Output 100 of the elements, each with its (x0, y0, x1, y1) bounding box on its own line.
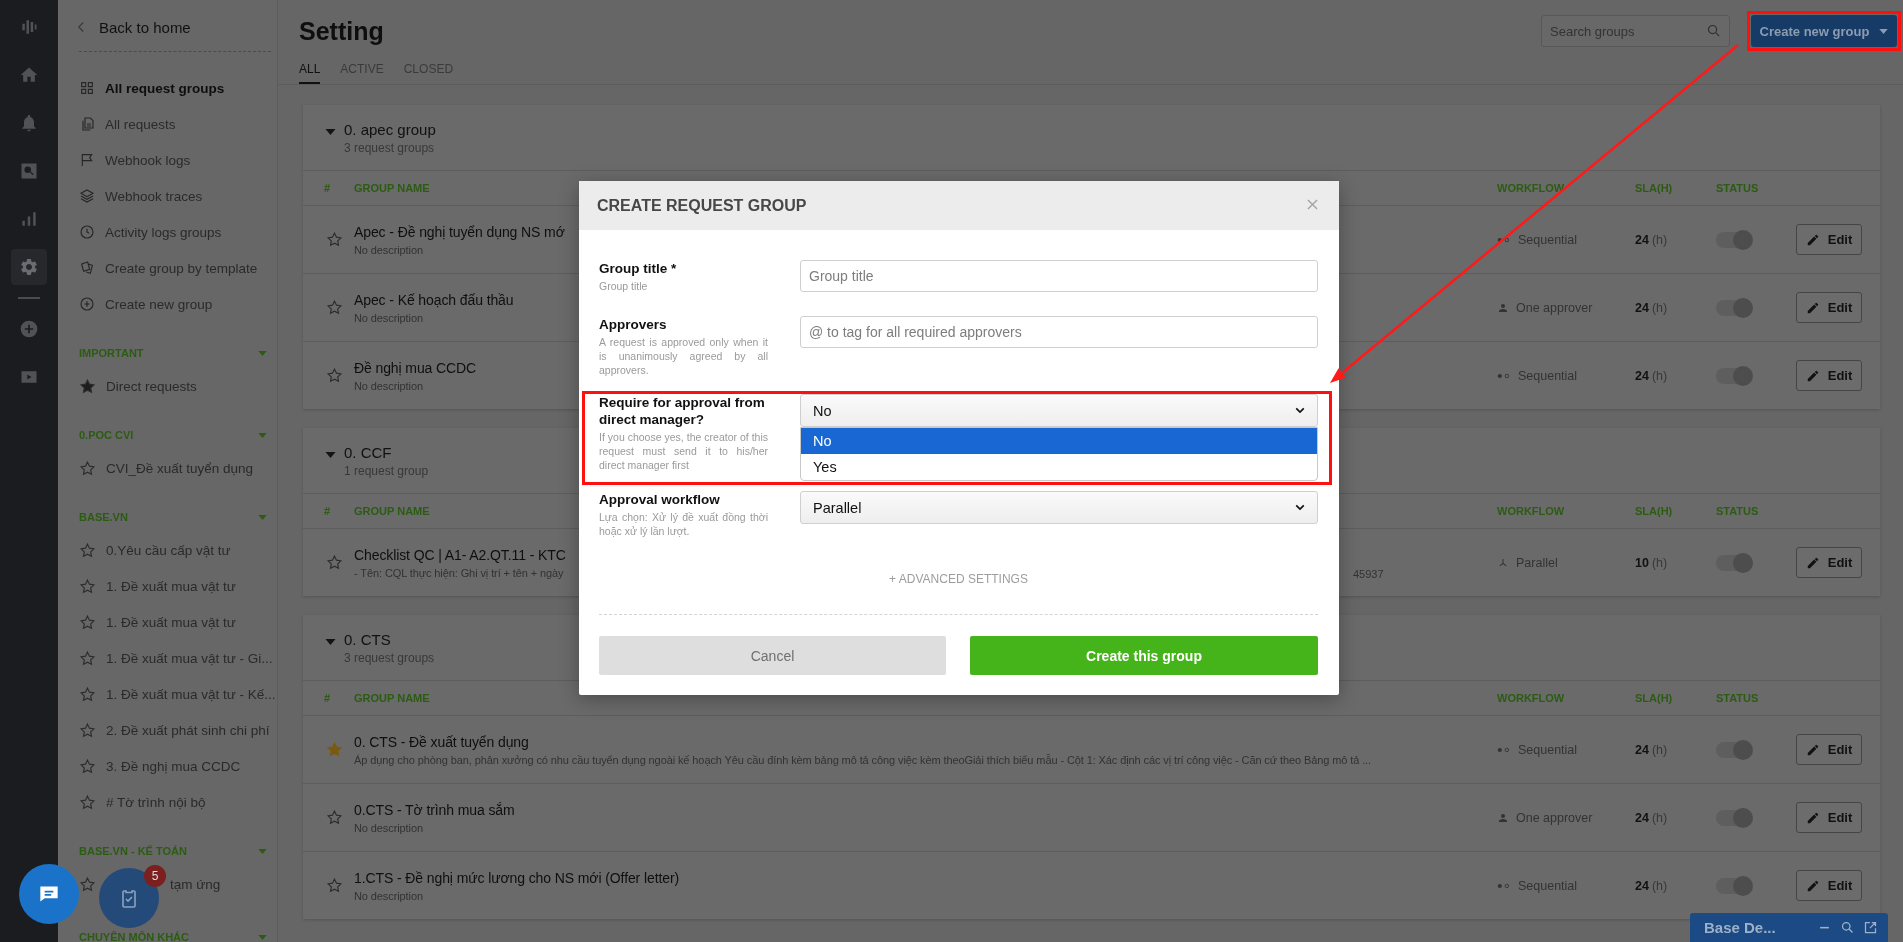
edit-button[interactable]: Edit (1796, 292, 1862, 323)
tab[interactable]: ALL (299, 62, 321, 84)
status-toggle[interactable] (1716, 368, 1752, 385)
star-icon[interactable] (326, 554, 343, 571)
edit-button[interactable]: Edit (1796, 360, 1862, 391)
group-title: 0. CTS (344, 631, 392, 648)
sidebar-item[interactable]: # Tờ trình nội bộ (106, 794, 206, 810)
cards-icon (79, 260, 95, 276)
group-name[interactable]: Apec - Đề nghị tuyển dụng NS mớ (354, 223, 565, 240)
sidebar-item[interactable]: CVI_Đề xuất tuyển dụng (106, 460, 254, 476)
sla-value: 24 (1635, 810, 1649, 825)
external-link-icon[interactable] (1863, 920, 1878, 935)
search-icon[interactable] (1840, 920, 1855, 935)
sidebar-item[interactable]: All request groups (79, 70, 271, 106)
sidebar-item[interactable]: 1. Đề xuất mua vật tư - Gi... (106, 650, 273, 666)
status-toggle[interactable] (1716, 878, 1752, 895)
group-description: No description (354, 311, 423, 324)
workflow-label: Sequential (1518, 232, 1578, 247)
status-toggle[interactable] (1716, 810, 1752, 827)
sidebar-item[interactable]: Webhook logs (79, 142, 271, 178)
dropdown[interactable]: Parallel (800, 491, 1318, 524)
star-icon[interactable] (79, 649, 96, 667)
chevron-down-icon (1295, 504, 1305, 511)
advanced-settings-link[interactable]: + ADVANCED SETTINGS (889, 572, 1028, 586)
star-icon[interactable] (79, 377, 96, 395)
caret-icon[interactable] (325, 129, 336, 135)
dropdown-option[interactable]: Yes (801, 454, 1317, 480)
sidebar-item[interactable]: Create new group (79, 286, 271, 322)
star-icon[interactable] (326, 367, 343, 384)
sidebar-item[interactable]: 2. Đề xuất phát sinh chi phí (106, 722, 270, 738)
input-field[interactable]: @ to tag for all required approvers (800, 316, 1318, 348)
star-icon[interactable] (326, 877, 343, 894)
sidebar-item[interactable]: Direct requests (106, 378, 197, 394)
pencil-icon (1805, 742, 1820, 757)
star-icon[interactable] (326, 299, 343, 316)
group-name[interactable]: Đề nghị mua CCDC (354, 359, 477, 376)
pencil-icon (1805, 368, 1820, 383)
column-header: GROUP NAME (354, 182, 430, 194)
sidebar-item[interactable]: 3. Đề nghị mua CCDC (106, 758, 241, 774)
star-icon[interactable] (79, 793, 96, 811)
group-name[interactable]: 1.CTS - Đề nghị mức lương cho NS mới (Offer letter) (354, 869, 680, 886)
dropdown-option[interactable]: No (801, 428, 1317, 454)
column-header: SLA(H) (1635, 505, 1673, 517)
sidebar-item[interactable]: Webhook traces (79, 178, 271, 214)
group-name[interactable]: Checklist QC | A1- A2.QT.11 - KTC (354, 546, 566, 563)
chat-bar[interactable]: Base De... (1690, 913, 1888, 942)
sidebar-item[interactable]: Create group by template (79, 250, 271, 286)
pencil-icon (1805, 878, 1820, 893)
group-name[interactable]: 0.CTS - Tờ trình mua sắm (354, 801, 515, 818)
group-description: No description (354, 889, 423, 902)
star-icon[interactable] (79, 875, 96, 893)
documents-icon (79, 116, 95, 132)
edit-button[interactable]: Edit (1796, 224, 1862, 255)
edit-button[interactable]: Edit (1796, 547, 1862, 578)
field-hint: Group title (599, 279, 649, 293)
status-toggle[interactable] (1716, 555, 1752, 572)
edit-button[interactable]: Edit (1796, 802, 1862, 833)
sidebar-item[interactable]: 1. Đề xuất mua vật tư - Kế... (106, 686, 276, 702)
dropdown[interactable]: No (800, 394, 1318, 427)
input-field[interactable]: Group title (800, 260, 1318, 292)
star-icon[interactable] (326, 741, 343, 758)
group-description: No description (354, 243, 423, 256)
caret-icon[interactable] (325, 639, 336, 645)
back-link[interactable]: Back to home (79, 6, 271, 48)
create-group-button[interactable]: Create new group (1751, 15, 1897, 47)
star-icon[interactable] (326, 231, 343, 248)
star-icon[interactable] (326, 809, 343, 826)
pencil-icon (1805, 810, 1820, 825)
create-button[interactable]: Create this group (970, 636, 1318, 675)
edit-button[interactable]: Edit (1796, 734, 1862, 765)
sla-value: 24 (1635, 878, 1649, 893)
star-icon[interactable] (79, 459, 96, 477)
sidebar-item[interactable]: All requests (79, 106, 271, 142)
star-icon[interactable] (79, 757, 96, 775)
settings-icon[interactable] (11, 249, 47, 285)
group-title: 0. apec group (344, 121, 436, 138)
field-label: Approvers (599, 316, 668, 333)
star-icon[interactable] (79, 541, 96, 559)
sidebar-item[interactable]: tạm ứng (170, 876, 221, 892)
cancel-button[interactable]: Cancel (599, 636, 946, 675)
status-toggle[interactable] (1716, 300, 1752, 317)
star-icon[interactable] (79, 721, 96, 739)
edit-button[interactable]: Edit (1796, 870, 1862, 901)
star-icon[interactable] (79, 577, 96, 595)
sidebar-item[interactable]: 0.Yêu cầu cấp vật tư (106, 542, 231, 558)
star-icon[interactable] (79, 613, 96, 631)
section-title: CHUYÊN MÔN KHÁC (79, 931, 189, 942)
group-title: 0. CCF (344, 444, 393, 461)
group-name[interactable]: 0. CTS - Đề xuất tuyển dụng (354, 733, 529, 750)
sidebar-item[interactable]: 1. Đề xuất mua vật tư (106, 578, 236, 594)
star-icon[interactable] (79, 685, 96, 703)
status-toggle[interactable] (1716, 232, 1752, 249)
caret-icon[interactable] (325, 452, 336, 458)
sidebar-item[interactable]: 1. Đề xuất mua vật tư (106, 614, 236, 630)
search-icon[interactable] (1706, 23, 1721, 38)
sidebar-item[interactable]: Activity logs groups (79, 214, 271, 250)
dots-icon (1497, 745, 1511, 754)
group-name[interactable]: Apec - Kế hoạch đấu thầu (354, 291, 514, 308)
status-toggle[interactable] (1716, 742, 1752, 759)
pencil-icon (1805, 232, 1820, 247)
